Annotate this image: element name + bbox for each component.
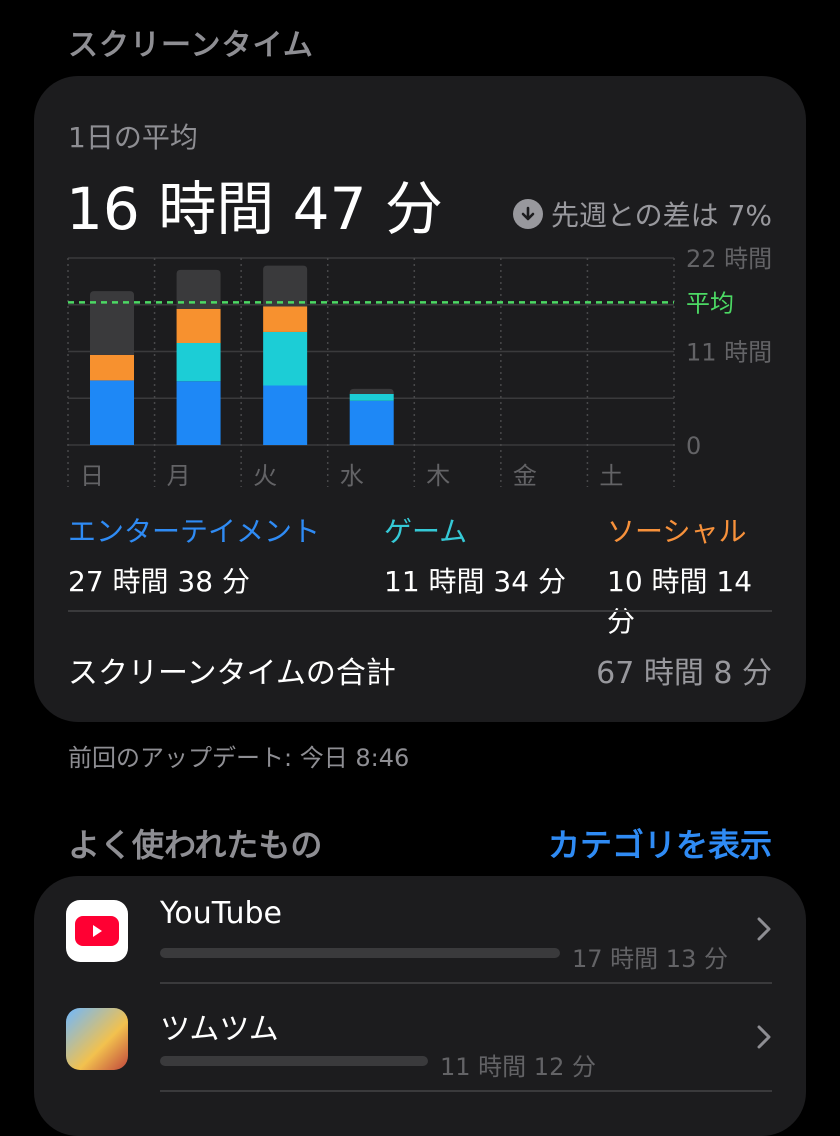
app-name: YouTube [160, 896, 282, 931]
x-tick-label: 木 [426, 462, 450, 490]
category-summary: エンターテイメント 27 時間 38 分 ゲーム 11 時間 34 分 ソーシャ… [68, 510, 772, 638]
bar-segment [263, 265, 308, 307]
y-tick-label: 0 [686, 432, 701, 460]
bar-segment [263, 306, 308, 332]
list-item-tsumtsum[interactable]: ツムツム 11 時間 12 分 [34, 984, 806, 1092]
bar-segment [263, 385, 308, 445]
bar-segment [176, 381, 221, 445]
list-item-youtube[interactable]: YouTube 17 時間 13 分 [34, 876, 806, 984]
category-time: 10 時間 14 分 [607, 565, 753, 638]
x-tick-label: 水 [340, 462, 364, 490]
x-tick-label: 火 [253, 462, 277, 490]
y-tick-label: 11 時間 [686, 339, 772, 367]
app-time: 17 時間 13 分 [572, 945, 728, 973]
usage-bar [160, 948, 560, 958]
divider [160, 1090, 772, 1092]
bar-segment [176, 343, 221, 382]
x-tick-label: 土 [599, 462, 623, 490]
average-label: 平均 [686, 289, 734, 317]
most-used-title: よく使われたもの [68, 826, 323, 864]
category-name: ゲーム [384, 515, 468, 548]
bar-segment [176, 309, 221, 343]
bar-segment [90, 291, 134, 355]
category-games: ゲーム 11 時間 34 分 [384, 510, 566, 600]
usage-chart: 日 月 火 水 木 金 土 平均 22 時間 11 時間 0 [67, 245, 772, 490]
category-name: ソーシャル [607, 515, 747, 548]
category-time: 11 時間 34 分 [384, 565, 566, 598]
x-tick-label: 月 [167, 462, 191, 490]
category-social: ソーシャル 10 時間 14 分 [607, 510, 772, 640]
x-tick-label: 日 [80, 462, 104, 490]
bar-segment [263, 331, 308, 386]
divider [68, 610, 772, 612]
screen-time-card[interactable]: 1日の平均 16 時間 47 分 先週との差は 7% 日月火水木金土平均 22 時… [34, 76, 806, 722]
chevron-right-icon [756, 916, 772, 946]
bar-segment [349, 394, 394, 401]
category-entertainment: エンターテイメント 27 時間 38 分 [68, 510, 320, 600]
total-label: スクリーンタイムの合計 [68, 656, 396, 691]
usage-bar [160, 1056, 428, 1066]
show-categories-link[interactable]: カテゴリを表示 [548, 820, 772, 866]
x-tick-label: 金 [513, 462, 537, 490]
bar-segment [349, 388, 394, 394]
chevron-right-icon [756, 1024, 772, 1054]
youtube-icon [66, 900, 128, 962]
bar-segment [349, 400, 394, 445]
bar-segment [90, 354, 134, 381]
section-title: スクリーンタイム [68, 28, 314, 63]
app-name: ツムツム [160, 1012, 279, 1047]
tsumtsum-icon [66, 1008, 128, 1070]
bar-segment [90, 380, 134, 445]
most-used-list: YouTube 17 時間 13 分 ツムツム 11 時間 12 分 [34, 876, 806, 1136]
last-updated: 前回のアップデート: 今日 8:46 [68, 744, 410, 772]
y-tick-label: 22 時間 [686, 245, 772, 273]
category-name: エンターテイメント [68, 515, 321, 548]
app-time: 11 時間 12 分 [440, 1053, 596, 1081]
total-value: 67 時間 8 分 [596, 656, 772, 691]
category-time: 27 時間 38 分 [68, 565, 250, 598]
